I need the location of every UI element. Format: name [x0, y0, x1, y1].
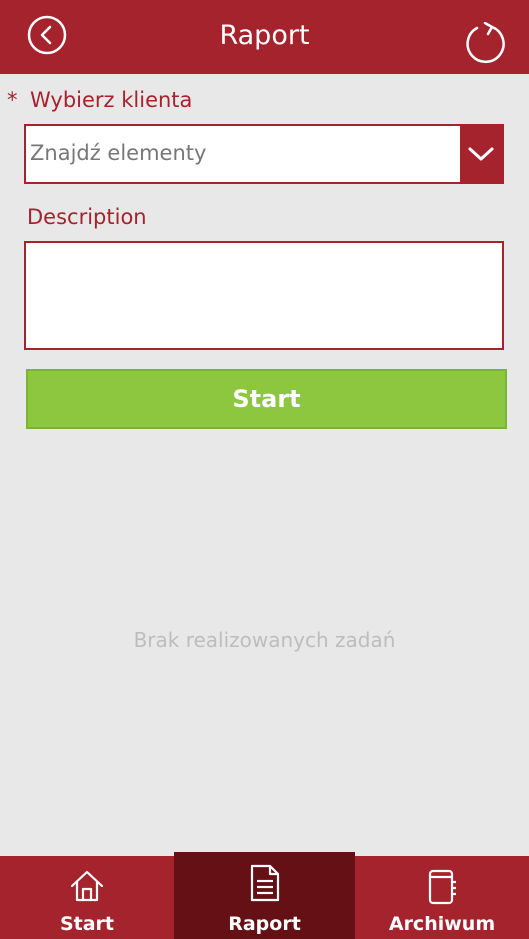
bottom-tab-bar: Start Raport Archiwum — [0, 852, 529, 939]
chevron-down-icon — [468, 147, 494, 161]
description-field[interactable] — [24, 241, 504, 350]
page-title: Raport — [219, 20, 310, 51]
home-icon — [70, 870, 104, 902]
tab-start-label: Start — [59, 913, 115, 935]
refresh-button[interactable] — [464, 21, 506, 64]
tab-archiwum[interactable]: Archiwum — [355, 856, 529, 939]
required-marker: * — [7, 88, 18, 112]
notebook-icon — [428, 869, 456, 905]
start-button[interactable]: Start — [26, 369, 507, 429]
client-search-input[interactable]: Znajdź elementy — [30, 141, 206, 165]
tab-start[interactable]: Start — [0, 856, 174, 939]
dropdown-button[interactable] — [460, 126, 502, 182]
tab-archiwum-label: Archiwum — [388, 913, 496, 935]
description-label: Description — [27, 205, 147, 229]
tab-raport[interactable]: Raport — [174, 852, 355, 939]
document-icon — [250, 864, 279, 902]
app-header: Raport — [0, 0, 529, 74]
tab-raport-label: Raport — [228, 913, 301, 935]
refresh-icon — [466, 21, 505, 64]
client-label: Wybierz klienta — [30, 88, 193, 112]
client-combobox[interactable]: Znajdź elementy — [24, 124, 504, 184]
empty-tasks-message: Brak realizowanych zadań — [133, 628, 396, 652]
